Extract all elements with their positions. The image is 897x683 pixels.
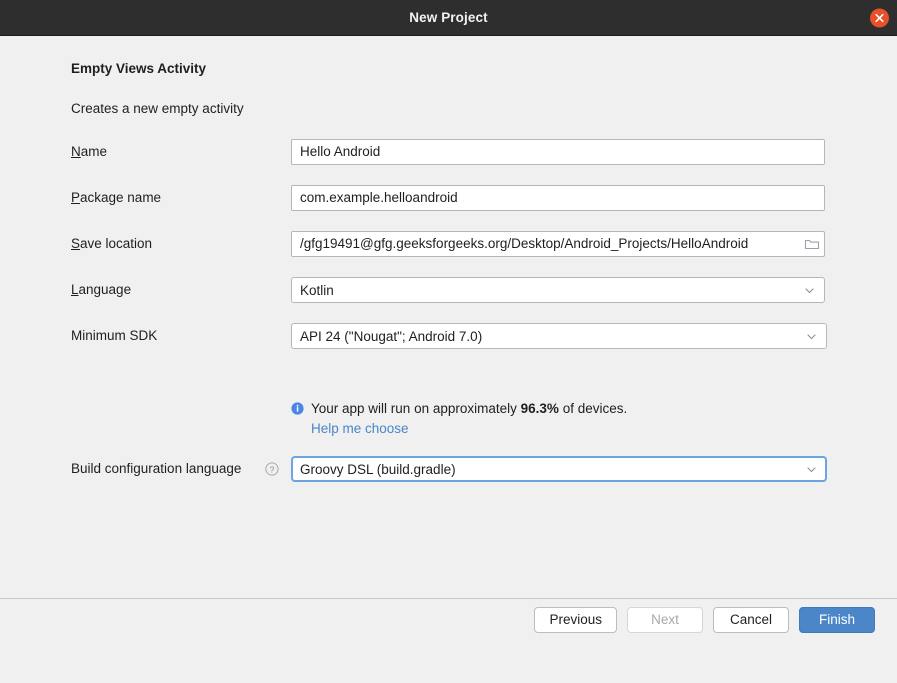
chevron-down-icon [805,330,818,343]
package-name-label-mnemonic: P [71,190,80,205]
sdk-coverage-info: Your app will run on approximately 96.3%… [291,401,627,416]
name-label: Name [71,139,107,165]
template-title: Empty Views Activity [71,61,206,76]
name-input[interactable]: Hello Android [291,139,825,165]
form-row-name: Name Hello Android [0,139,897,165]
save-location-value: /gfg19491@gfg.geeksforgeeks.org/Desktop/… [300,232,800,256]
build-configuration-language-label: Build configuration language [71,456,241,482]
sdk-coverage-percent: 96.3% [521,401,559,416]
help-circle-icon[interactable]: ? [265,462,279,476]
form-row-package-name: Package name com.example.helloandroid [0,185,897,211]
build-configuration-language-dropdown[interactable]: Groovy DSL (build.gradle) [291,456,827,482]
minimum-sdk-value: API 24 ("Nougat"; Android 7.0) [300,329,799,344]
language-label: Language [71,277,131,303]
dialog-title: New Project [409,10,487,25]
close-button[interactable] [870,8,889,27]
folder-icon[interactable] [804,236,820,252]
package-name-label: Package name [71,185,161,211]
svg-text:?: ? [270,464,275,474]
name-label-text: ame [81,144,107,159]
save-location-label-text: ave location [80,236,152,251]
dialog-footer: Previous Next Cancel Finish [0,598,897,641]
sdk-coverage-text-after: of devices. [563,401,628,416]
form-row-minimum-sdk: Minimum SDK API 24 ("Nougat"; Android 7.… [0,323,897,349]
language-dropdown[interactable]: Kotlin [291,277,825,303]
save-location-label: Save location [71,231,152,257]
info-circle-icon [291,402,304,415]
previous-button[interactable]: Previous [534,607,617,633]
chevron-down-icon [805,463,818,476]
help-me-choose-link[interactable]: Help me choose [311,421,409,436]
form-row-language: Language Kotlin [0,277,897,303]
package-name-input[interactable]: com.example.helloandroid [291,185,825,211]
save-location-label-mnemonic: S [71,236,80,251]
name-label-mnemonic: N [71,144,81,159]
minimum-sdk-dropdown[interactable]: API 24 ("Nougat"; Android 7.0) [291,323,827,349]
close-icon [875,13,884,22]
package-name-label-text: ackage name [80,190,161,205]
save-location-input[interactable]: /gfg19491@gfg.geeksforgeeks.org/Desktop/… [291,231,825,257]
minimum-sdk-label: Minimum SDK [71,323,157,349]
finish-button[interactable]: Finish [799,607,875,633]
build-configuration-language-value: Groovy DSL (build.gradle) [300,462,799,477]
language-value: Kotlin [300,283,797,298]
template-description: Creates a new empty activity [71,101,244,116]
chevron-down-icon [803,284,816,297]
dialog-titlebar: New Project [0,0,897,36]
next-button: Next [627,607,703,633]
form-row-build-configuration-language: Build configuration language ? Groovy DS… [0,456,897,482]
language-label-mnemonic: L [71,282,79,297]
cancel-button[interactable]: Cancel [713,607,789,633]
language-label-text: anguage [79,282,132,297]
sdk-coverage-text-before: Your app will run on approximately [311,401,517,416]
form-row-save-location: Save location /gfg19491@gfg.geeksforgeek… [0,231,897,257]
dialog-content: Empty Views Activity Creates a new empty… [0,36,897,641]
